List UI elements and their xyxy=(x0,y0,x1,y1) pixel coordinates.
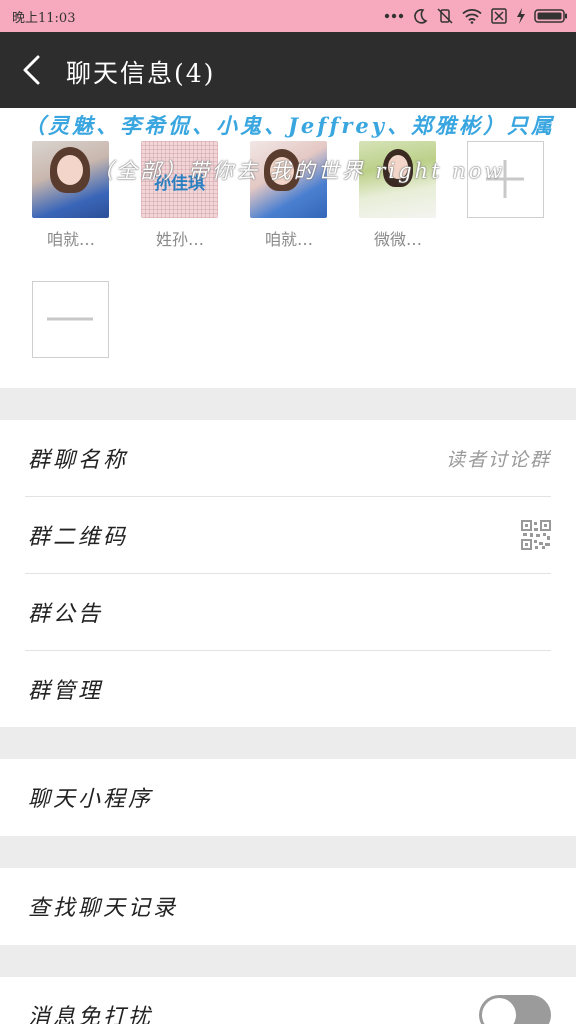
no-sim-icon xyxy=(491,8,507,24)
member-name: 咱就… xyxy=(264,230,313,249)
toggle-knob xyxy=(482,998,516,1024)
search-history-label: 查找聊天记录 xyxy=(28,896,179,921)
vibrate-off-icon xyxy=(437,8,453,24)
back-arrow-icon xyxy=(23,55,40,85)
settings-group-mini-program: 聊天小程序 xyxy=(0,759,576,836)
group-name-label: 群聊名称 xyxy=(28,448,129,473)
settings-group-search: 查找聊天记录 xyxy=(0,868,576,945)
battery-icon xyxy=(534,9,567,23)
member-name: 姓孙… xyxy=(155,230,204,249)
charging-icon xyxy=(517,8,525,24)
status-time: 晚上11:03 xyxy=(12,11,76,26)
qr-code-row[interactable]: 群二维码 xyxy=(25,497,551,574)
page-title: 聊天信息(4) xyxy=(66,59,216,88)
title-bar: 聊天信息(4) xyxy=(0,32,576,108)
mute-label: 消息免打扰 xyxy=(28,1005,154,1024)
group-name-value: 读者讨论群 xyxy=(445,449,551,471)
group-manage-label: 群管理 xyxy=(28,679,104,704)
mini-program-label: 聊天小程序 xyxy=(28,787,154,812)
announcement-label: 群公告 xyxy=(28,602,104,627)
more-dots-icon xyxy=(384,13,404,19)
floating-comment-top: （灵魅、李希侃、小鬼、Jeffrey、郑雅彬）只属 xyxy=(24,113,555,138)
group-name-row[interactable]: 群聊名称 读者讨论群 xyxy=(25,420,551,497)
wifi-icon xyxy=(462,9,482,24)
members-panel: （灵魅、李希侃、小鬼、Jeffrey、郑雅彬）只属 咱就… 孙佳琪 姓孙… 咱就… xyxy=(0,108,576,388)
floating-comment-overlay: （全部）带你去 我的世界 right now xyxy=(92,159,506,183)
status-bar: 晚上11:03 xyxy=(0,0,576,32)
remove-member-button[interactable] xyxy=(32,281,109,358)
qr-code-icon xyxy=(521,520,551,550)
mute-toggle[interactable] xyxy=(479,995,551,1024)
back-button[interactable] xyxy=(18,54,48,86)
settings-group-notifications: 消息免打扰 xyxy=(0,977,576,1024)
member-name: 微微… xyxy=(373,230,422,249)
minus-icon xyxy=(47,317,93,321)
member-name: 咱就… xyxy=(46,230,95,249)
mini-program-row[interactable]: 聊天小程序 xyxy=(25,759,551,836)
group-manage-row[interactable]: 群管理 xyxy=(25,651,551,728)
announcement-row[interactable]: 群公告 xyxy=(25,574,551,651)
search-history-row[interactable]: 查找聊天记录 xyxy=(25,868,551,945)
mute-row[interactable]: 消息免打扰 xyxy=(25,977,551,1024)
status-icons xyxy=(384,6,568,26)
settings-group-chat: 群聊名称 读者讨论群 群二维码 群公告 群管理 xyxy=(0,420,576,727)
moon-icon xyxy=(414,9,428,24)
qr-code-label: 群二维码 xyxy=(28,525,129,550)
